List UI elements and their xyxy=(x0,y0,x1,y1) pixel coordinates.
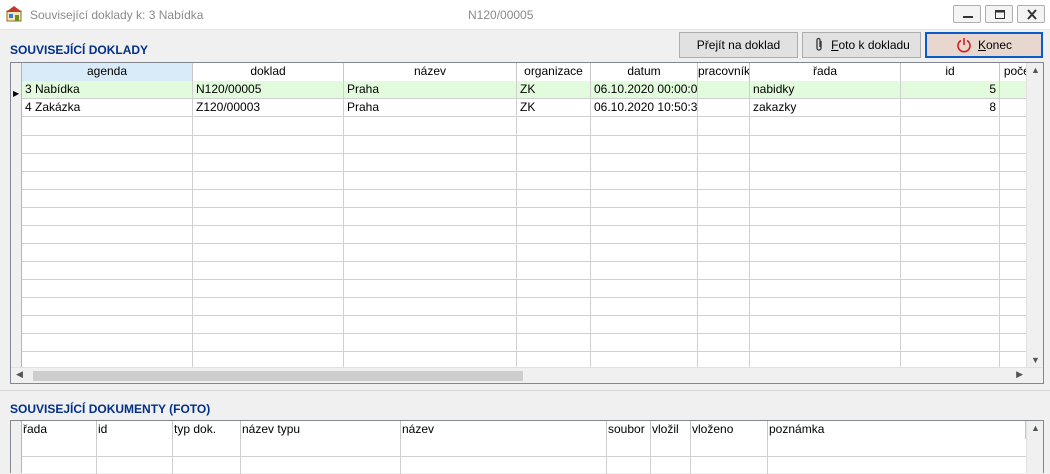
column-header-doklad[interactable]: doklad xyxy=(193,63,344,81)
grid-header: řada id typ dok. název typu název soubor… xyxy=(22,421,1026,439)
end-label: Konec xyxy=(977,38,1013,52)
section-divider xyxy=(0,390,1050,391)
cell-pracovnik xyxy=(698,99,750,117)
minimize-icon xyxy=(963,16,973,18)
cell-doklad: N120/00005 xyxy=(193,81,344,99)
row-indicator-column xyxy=(11,421,22,473)
horizontal-scrollbar[interactable]: ◀ ▶ xyxy=(11,367,1043,383)
paperclip-icon xyxy=(816,37,822,51)
window-document-number: N120/00005 xyxy=(468,8,534,22)
title-bar: Související doklady k: 3 Nabídka N120/00… xyxy=(0,0,1050,30)
cell-id: 5 xyxy=(901,81,1000,99)
cell-organizace: ZK xyxy=(517,99,591,117)
column-header-organizace[interactable]: organizace xyxy=(517,63,591,81)
table-row[interactable]: 4 Zakázka Z120/00003 Praha ZK 06.10.2020… xyxy=(22,99,1038,117)
goto-document-button[interactable]: Přejít na doklad xyxy=(679,32,798,58)
related-photos-grid[interactable]: řada id typ dok. název typu název soubor… xyxy=(10,420,1044,474)
row-indicator-column xyxy=(11,63,22,367)
column-header-pracovnik[interactable]: pracovník xyxy=(698,63,750,81)
empty-grid-lines xyxy=(22,439,1027,474)
current-row-indicator-icon: ▶ xyxy=(13,89,20,98)
cell-datum: 06.10.2020 10:50:3 xyxy=(591,99,698,117)
scroll-right-icon[interactable]: ▶ xyxy=(1016,369,1023,380)
scroll-down-icon[interactable]: ▼ xyxy=(1031,355,1040,365)
horizontal-scroll-thumb[interactable] xyxy=(33,371,523,381)
column-header-datum[interactable]: datum xyxy=(591,63,698,81)
related-documents-heading: SOUVISEJÍCÍ DOKLADY xyxy=(10,43,149,57)
window-title: Související doklady k: 3 Nabídka xyxy=(30,8,204,22)
cell-id: 8 xyxy=(901,99,1000,117)
cell-pracovnik xyxy=(698,81,750,99)
photo-to-document-button[interactable]: Foto k dokladu xyxy=(802,32,921,58)
column-header-nazev[interactable]: název xyxy=(401,421,607,439)
vertical-scrollbar[interactable]: ▲ xyxy=(1026,421,1043,473)
cell-agenda: 3 Nabídka xyxy=(22,81,193,99)
column-header-nazev-typu[interactable]: název typu xyxy=(241,421,401,439)
column-header-agenda[interactable]: agenda xyxy=(22,63,193,81)
cell-rada: nabidky xyxy=(750,81,901,99)
column-header-id[interactable]: id xyxy=(901,63,1000,81)
scroll-left-icon[interactable]: ◀ xyxy=(16,369,23,380)
cell-agenda: 4 Zakázka xyxy=(22,99,193,117)
table-row[interactable]: 3 Nabídka N120/00005 Praha ZK 06.10.2020… xyxy=(22,81,1038,99)
column-header-vlozil[interactable]: vložil xyxy=(651,421,691,439)
maximize-icon xyxy=(995,10,1005,19)
photo-to-document-label: Foto k dokladu xyxy=(831,38,910,52)
scroll-up-icon[interactable]: ▲ xyxy=(1031,65,1040,75)
cell-nazev: Praha xyxy=(344,99,517,117)
minimize-button[interactable] xyxy=(953,5,981,23)
column-header-nazev[interactable]: název xyxy=(344,63,517,81)
column-header-id[interactable]: id xyxy=(97,421,173,439)
column-header-typ-dok[interactable]: typ dok. xyxy=(173,421,241,439)
close-button[interactable] xyxy=(1017,5,1045,23)
power-icon xyxy=(957,38,971,53)
cell-datum: 06.10.2020 00:00:0 xyxy=(591,81,698,99)
column-header-rada[interactable]: řada xyxy=(22,421,97,439)
empty-grid-lines xyxy=(22,117,1027,370)
scroll-up-icon[interactable]: ▲ xyxy=(1031,423,1040,433)
vertical-scrollbar[interactable]: ▲ ▼ xyxy=(1026,63,1043,367)
cell-organizace: ZK xyxy=(517,81,591,99)
column-header-vlozeno[interactable]: vloženo xyxy=(691,421,768,439)
grid-header: agenda doklad název organizace datum pra… xyxy=(22,63,1038,81)
app-icon xyxy=(6,6,22,22)
cell-doklad: Z120/00003 xyxy=(193,99,344,117)
cell-nazev: Praha xyxy=(344,81,517,99)
column-header-poznamka[interactable]: poznámka xyxy=(768,421,1026,439)
column-header-soubor[interactable]: soubor xyxy=(607,421,651,439)
goto-document-label: Přejít na doklad xyxy=(696,38,781,52)
close-icon xyxy=(1027,9,1037,20)
maximize-button[interactable] xyxy=(985,5,1013,23)
column-header-rada[interactable]: řada xyxy=(750,63,901,81)
end-button[interactable]: Konec xyxy=(925,32,1043,58)
related-documents-grid[interactable]: ▶ agenda doklad název organizace datum p… xyxy=(10,62,1044,384)
related-photos-heading: SOUVISEJÍCÍ DOKUMENTY (FOTO) xyxy=(10,402,211,416)
cell-rada: zakazky xyxy=(750,99,901,117)
